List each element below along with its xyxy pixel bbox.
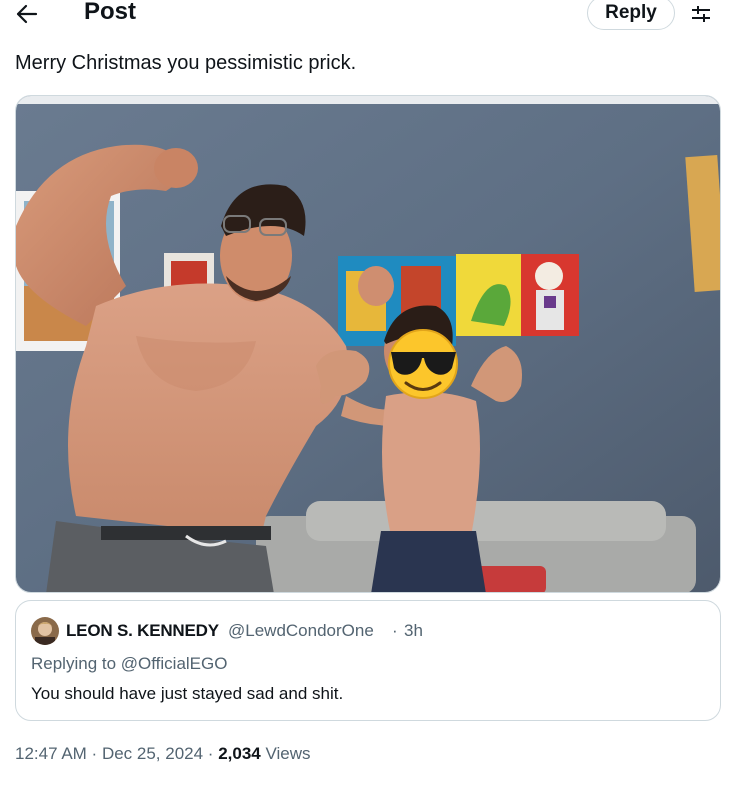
separator-dot: · [392, 621, 398, 640]
page-title: Post [84, 0, 137, 25]
post-date[interactable]: Dec 25, 2024 [102, 744, 203, 763]
replying-to: Replying to @OfficialEGO [31, 654, 227, 674]
avatar[interactable] [31, 617, 59, 645]
separator-dot: · [86, 744, 102, 763]
back-arrow-icon[interactable] [14, 1, 42, 27]
quoted-tweet[interactable]: LEON S. KENNEDY @LewdCondorOne · 3h Repl… [15, 600, 721, 721]
post-time[interactable]: 12:47 AM [15, 744, 87, 763]
separator-dot: · [203, 744, 219, 763]
replying-prefix: Replying to [31, 654, 121, 673]
replying-handle[interactable]: @OfficialEGO [121, 654, 228, 673]
sunglasses-emoji-icon [388, 329, 458, 399]
sliders-icon[interactable] [690, 3, 712, 25]
tweet-text: Merry Christmas you pessimistic prick. [15, 52, 357, 74]
quote-author-handle[interactable]: @LewdCondorOne [228, 621, 374, 641]
quote-timestamp[interactable]: 3h [404, 621, 423, 641]
post-photo[interactable] [15, 95, 721, 593]
quote-author-name[interactable]: LEON S. KENNEDY [66, 621, 219, 641]
post-meta: 12:47 AM · Dec 25, 2024 · 2,034 Views [15, 744, 311, 764]
views-label: Views [260, 744, 311, 763]
quote-text: You should have just stayed sad and shit… [31, 684, 344, 703]
reply-button[interactable]: Reply [587, 0, 675, 30]
header: Post Reply [0, 0, 738, 30]
views-count: 2,034 [218, 744, 261, 763]
